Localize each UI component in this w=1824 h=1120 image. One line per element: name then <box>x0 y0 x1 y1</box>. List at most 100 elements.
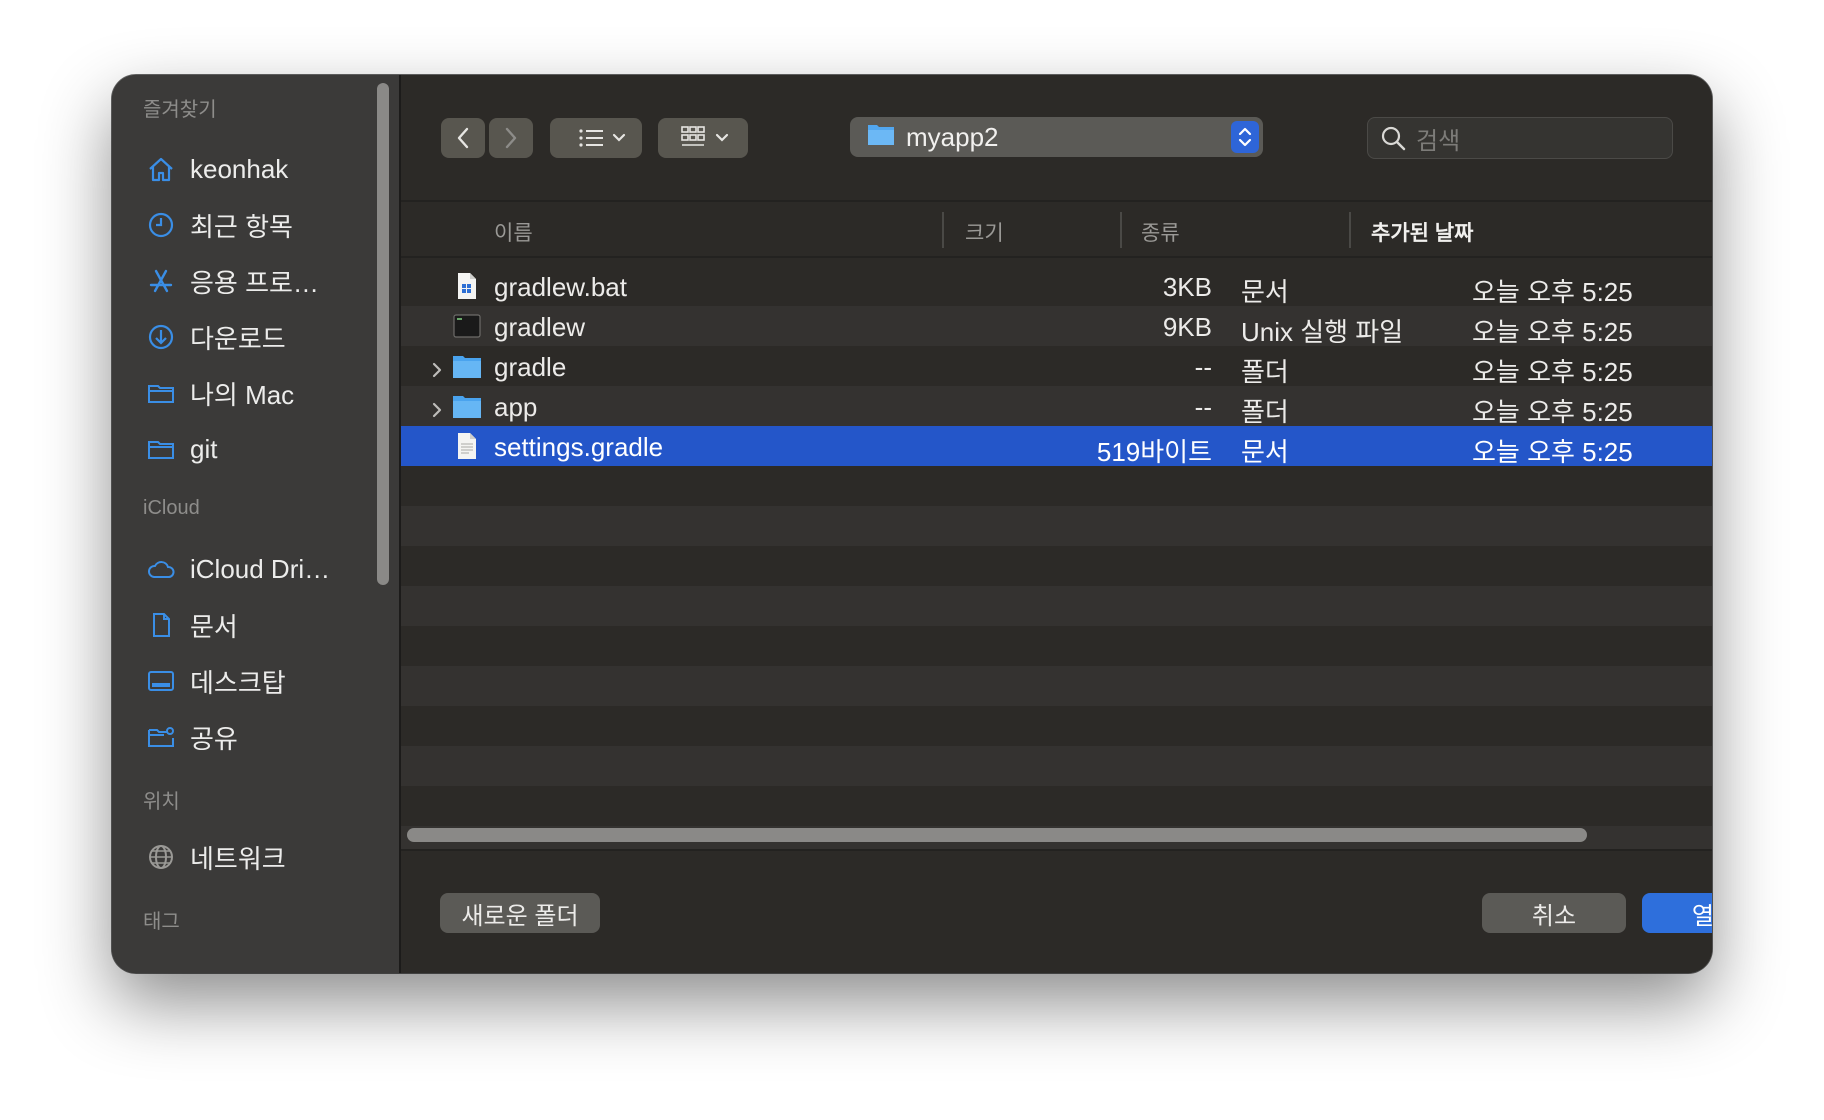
file-row-selected[interactable]: settings.gradle 519바이트 문서 오늘 오후 5:25 <box>401 426 1712 467</box>
sidebar-item-recents[interactable]: 최근 항목 <box>146 205 366 245</box>
file-row[interactable]: app -- 폴더 오늘 오후 5:25 <box>401 386 1712 427</box>
windows-doc-icon <box>452 271 482 301</box>
file-date: 오늘 오후 5:25 <box>1472 437 1633 467</box>
chevron-right-icon <box>505 127 517 149</box>
file-name: gradlew.bat <box>494 272 627 302</box>
file-name: app <box>494 392 538 422</box>
file-list: gradlew.bat 3KB 문서 오늘 오후 5:25 gradlew 9K… <box>401 258 1712 896</box>
search-placeholder: 검색 <box>1416 127 1461 155</box>
sidebar-item-git[interactable]: git <box>146 429 366 469</box>
file-size: 3KB <box>1162 272 1212 302</box>
file-name: gradle <box>494 352 567 382</box>
network-icon <box>146 842 176 872</box>
file-date: 오늘 오후 5:25 <box>1472 317 1633 347</box>
view-gallery-button[interactable] <box>658 118 748 158</box>
sidebar-section-icloud: iCloud <box>143 497 200 519</box>
file-kind: 문서 <box>1241 437 1289 467</box>
sidebar-item-label: keonhak <box>190 153 289 184</box>
apps-icon <box>146 266 176 296</box>
sidebar-item-my-mac[interactable]: 나의 Mac <box>146 373 366 413</box>
column-kind-header[interactable]: 종류 <box>1141 217 1180 247</box>
desktop-icon <box>146 666 176 696</box>
column-size-header[interactable]: 크기 <box>965 217 1004 247</box>
horizontal-scrollbar[interactable] <box>407 828 1587 842</box>
path-popup[interactable]: myapp2 <box>850 117 1263 157</box>
file-size: 9KB <box>1162 312 1212 342</box>
sidebar-item-label: 다운로드 <box>190 323 286 354</box>
forward-button[interactable] <box>489 118 533 158</box>
disclosure-triangle-icon[interactable] <box>430 356 444 378</box>
empty-row <box>401 506 1712 546</box>
terminal-exec-icon <box>452 311 482 341</box>
sidebar-item-network[interactable]: 네트워크 <box>146 837 366 877</box>
sidebar-item-label: 응용 프로… <box>190 267 319 298</box>
sidebar-item-icloud-drive[interactable]: iCloud Dri… <box>146 549 366 589</box>
column-divider[interactable] <box>1349 212 1351 248</box>
sidebar-section-locations: 위치 <box>143 791 180 813</box>
column-divider[interactable] <box>1120 212 1122 248</box>
column-header: 이름 크기 종류 추가된 날짜 <box>401 202 1712 258</box>
column-date-header[interactable]: 추가된 날짜 <box>1371 217 1473 247</box>
folder-icon <box>146 434 176 464</box>
cloud-icon <box>146 554 176 584</box>
sidebar-item-label: 데스크탑 <box>190 667 286 698</box>
column-name-header[interactable]: 이름 <box>494 217 533 247</box>
sidebar-section-favorites: 즐겨찾기 <box>143 99 217 121</box>
sidebar-item-label: 최근 항목 <box>190 211 293 242</box>
sidebar-item-label: iCloud Dri… <box>190 553 331 584</box>
sidebar-item-keonhak[interactable]: keonhak <box>146 149 366 189</box>
file-date: 오늘 오후 5:25 <box>1472 277 1633 307</box>
sidebar-item-label: 공유 <box>190 723 238 754</box>
sidebar-item-label: 문서 <box>190 611 238 642</box>
column-divider[interactable] <box>942 212 944 248</box>
chevron-left-icon <box>457 127 469 149</box>
view-list-button[interactable] <box>550 118 642 158</box>
sidebar-item-label: 네트워크 <box>190 843 286 874</box>
file-size: 519바이트 <box>1096 437 1212 467</box>
empty-row <box>401 746 1712 786</box>
toolbar: myapp2 검색 <box>401 75 1712 202</box>
grid-view-icon <box>681 126 729 146</box>
empty-row <box>401 586 1712 626</box>
file-kind: 폴더 <box>1241 357 1289 387</box>
sidebar-item-desktop[interactable]: 데스크탑 <box>146 661 366 701</box>
house-icon <box>146 154 176 184</box>
text-doc-icon <box>452 431 482 461</box>
file-kind: Unix 실행 파일 <box>1241 317 1404 347</box>
back-button[interactable] <box>441 118 485 158</box>
new-folder-button[interactable]: 새로운 폴더 <box>440 893 600 933</box>
cancel-button[interactable]: 취소 <box>1482 893 1626 933</box>
file-row[interactable]: gradle -- 폴더 오늘 오후 5:25 <box>401 346 1712 387</box>
sidebar-item-documents[interactable]: 문서 <box>146 605 366 645</box>
file-browser: myapp2 검색 이름 크기 종류 추가된 날짜 gradlew.bat 3K… <box>401 75 1712 973</box>
open-file-dialog: 즐겨찾기 keonhak 최근 항목 응용 프로… 다운로드 나의 Mac gi… <box>112 75 1712 973</box>
clock-icon <box>146 210 176 240</box>
popup-stepper-icon <box>1231 121 1259 153</box>
sidebar-scrollbar[interactable] <box>377 83 389 585</box>
sidebar: 즐겨찾기 keonhak 최근 항목 응용 프로… 다운로드 나의 Mac gi… <box>112 75 401 973</box>
file-kind: 문서 <box>1241 277 1289 307</box>
sidebar-item-label: 나의 Mac <box>190 379 295 410</box>
file-name: gradlew <box>494 312 586 342</box>
file-kind: 폴더 <box>1241 397 1289 427</box>
open-button[interactable]: 열기 <box>1642 893 1712 933</box>
folder-icon <box>452 391 482 421</box>
sidebar-item-label: git <box>190 433 218 464</box>
file-size: -- <box>1194 352 1212 382</box>
shared-folder-icon <box>146 722 176 752</box>
file-name: settings.gradle <box>494 432 664 462</box>
search-field[interactable]: 검색 <box>1367 117 1673 159</box>
disclosure-triangle-icon[interactable] <box>430 396 444 418</box>
sidebar-item-downloads[interactable]: 다운로드 <box>146 317 366 357</box>
folder-icon <box>146 378 176 408</box>
file-date: 오늘 오후 5:25 <box>1472 397 1633 427</box>
search-icon <box>1380 125 1406 151</box>
document-icon <box>146 610 176 640</box>
sidebar-item-applications[interactable]: 응용 프로… <box>146 261 366 301</box>
empty-row <box>401 666 1712 706</box>
sidebar-item-shared[interactable]: 공유 <box>146 717 366 757</box>
file-row[interactable]: gradlew.bat 3KB 문서 오늘 오후 5:25 <box>401 266 1712 307</box>
file-row[interactable]: gradlew 9KB Unix 실행 파일 오늘 오후 5:25 <box>401 306 1712 347</box>
download-icon <box>146 322 176 352</box>
path-popup-label: myapp2 <box>906 121 999 152</box>
